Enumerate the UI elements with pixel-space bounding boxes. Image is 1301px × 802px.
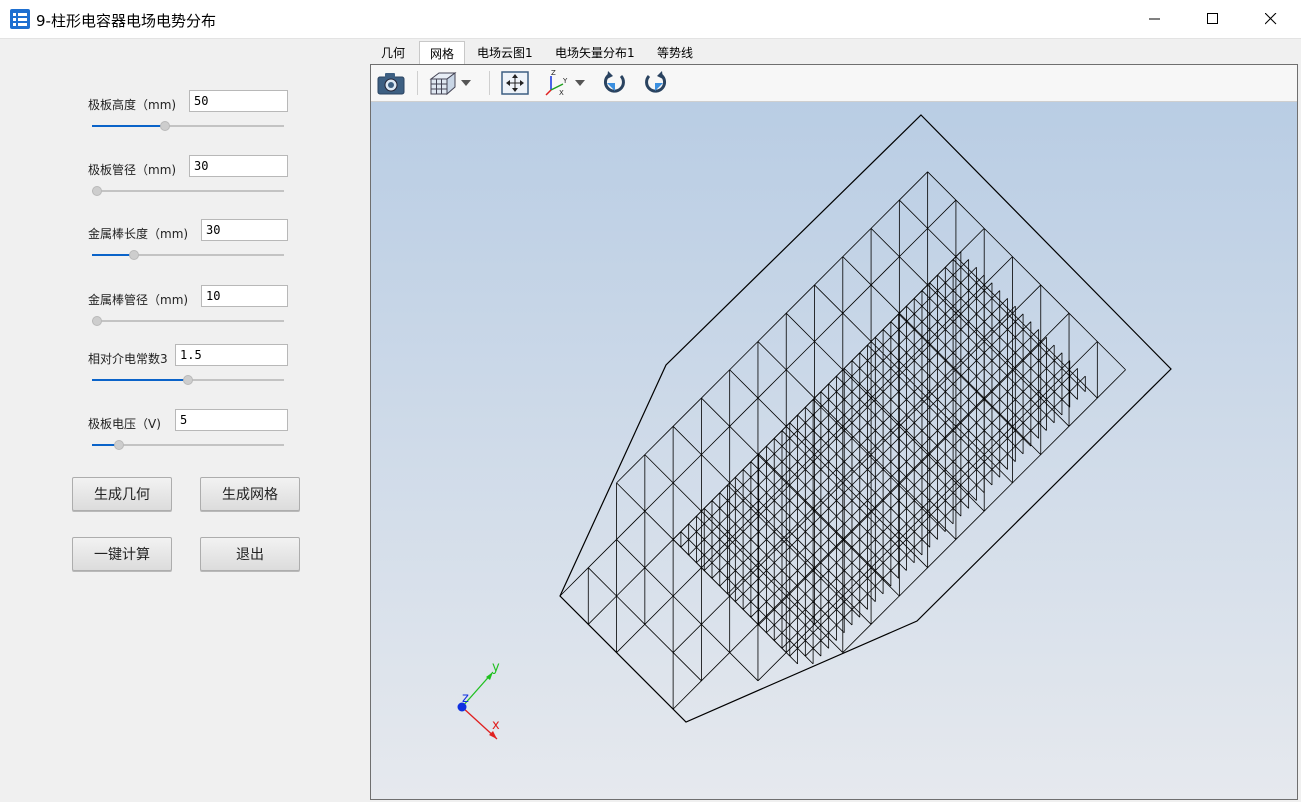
slider-thumb[interactable]: [92, 316, 102, 326]
exit-button[interactable]: 退出: [200, 537, 300, 571]
chevron-down-icon: [575, 80, 585, 86]
rod-length-input[interactable]: [201, 219, 288, 241]
permittivity-slider[interactable]: [92, 374, 284, 386]
axes-orientation-dropdown[interactable]: [571, 69, 589, 97]
svg-text:X: X: [559, 89, 564, 96]
slider-thumb[interactable]: [183, 375, 193, 385]
window-title: 9-柱形电容器电场电势分布: [36, 12, 216, 30]
mesh-plot: x y z: [457, 114, 1172, 740]
rotate-cw-icon: [604, 71, 625, 93]
rotate-ccw-icon: [645, 71, 666, 93]
minimize-icon: [1149, 18, 1160, 20]
viewer-toolbar: Z Y X: [371, 65, 1297, 102]
rod-diameter-label: 金属棒管径（mm): [88, 293, 189, 307]
generate-geometry-button[interactable]: 生成几何: [72, 477, 172, 511]
view-cube-icon: [429, 72, 457, 96]
rotate-cw-button[interactable]: [599, 69, 631, 97]
maximize-icon: [1207, 13, 1218, 24]
zoom-extents-icon: [501, 71, 529, 95]
plate-diameter-slider[interactable]: [92, 185, 284, 197]
axis-y-label: y: [492, 660, 500, 675]
tab-mesh[interactable]: 网格: [419, 41, 465, 66]
slider-thumb[interactable]: [159, 121, 170, 131]
rod-diameter-slider[interactable]: [92, 315, 284, 327]
tab-equipotential[interactable]: 等势线: [655, 41, 695, 65]
camera-icon: [377, 73, 405, 95]
rod-length-label: 金属棒长度（mm): [88, 227, 189, 241]
maximize-button[interactable]: [1184, 0, 1242, 38]
axis-z-label: z: [462, 691, 469, 706]
minimize-button[interactable]: [1126, 0, 1184, 38]
rod-diameter-input[interactable]: [201, 285, 288, 307]
rod-length-slider[interactable]: [92, 249, 284, 261]
slider-thumb[interactable]: [129, 250, 140, 260]
title-bar: 9-柱形电容器电场电势分布: [0, 0, 1301, 39]
close-button[interactable]: [1242, 0, 1300, 38]
plate-voltage-label: 极板电压（V): [88, 417, 161, 431]
axis-x-label: x: [492, 718, 500, 733]
plate-height-label: 极板高度（mm): [88, 98, 177, 112]
plate-diameter-input[interactable]: [189, 155, 288, 177]
tab-geometry[interactable]: 几何: [379, 41, 407, 65]
tab-field-contour[interactable]: 电场云图1: [475, 41, 535, 65]
plate-height-slider[interactable]: [92, 120, 284, 132]
3d-viewport[interactable]: x y z: [371, 102, 1297, 799]
permittivity-input[interactable]: [175, 344, 288, 366]
app-icon: [10, 9, 30, 29]
slider-thumb[interactable]: [92, 186, 102, 196]
mesh-viewer: Z Y X x y z: [370, 64, 1298, 800]
generate-mesh-button[interactable]: 生成网格: [200, 477, 300, 511]
tab-field-vector[interactable]: 电场矢量分布1: [553, 41, 637, 65]
screenshot-button[interactable]: [375, 69, 407, 97]
slider-thumb[interactable]: [113, 440, 124, 450]
parameter-panel: 极板高度（mm) 极板管径（mm) 金属棒长度（mm) 金属棒管径（mm) 相对…: [1, 39, 369, 801]
chevron-down-icon: [461, 80, 471, 86]
axes-orientation-icon: Z Y X: [545, 70, 568, 96]
svg-text:Y: Y: [562, 77, 568, 85]
plate-diameter-label: 极板管径（mm): [88, 163, 177, 177]
orientation-triad: x y z: [457, 660, 500, 740]
rotate-ccw-button[interactable]: [639, 69, 671, 97]
plate-height-input[interactable]: [189, 90, 288, 112]
view-cube-button[interactable]: [427, 69, 459, 97]
svg-text:Z: Z: [551, 70, 556, 77]
compute-button[interactable]: 一键计算: [72, 537, 172, 571]
zoom-extents-button[interactable]: [499, 69, 531, 97]
close-icon: [1265, 13, 1277, 25]
plate-voltage-input[interactable]: [175, 409, 288, 431]
plate-voltage-slider[interactable]: [92, 439, 284, 451]
permittivity-label: 相对介电常数3: [88, 352, 168, 366]
axes-orientation-button[interactable]: Z Y X: [541, 69, 573, 97]
view-cube-dropdown[interactable]: [457, 69, 475, 97]
